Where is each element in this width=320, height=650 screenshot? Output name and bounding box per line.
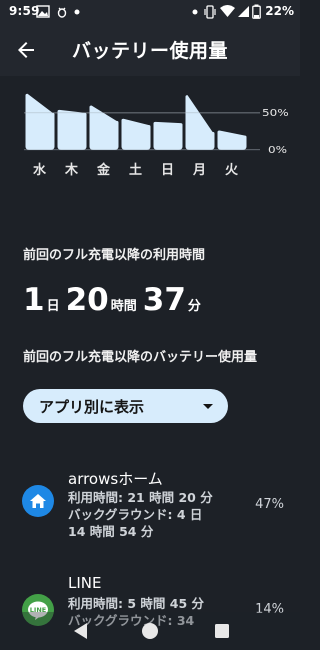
view-by-app-dropdown[interactable]: アプリ別に表示 [23, 389, 228, 423]
usage-time-label: 前回のフル充電以降の利用時間 [23, 248, 206, 263]
back-nav-icon[interactable] [72, 622, 88, 640]
page-title: バッテリー使用量 [72, 40, 229, 62]
y-tick-label: 0% [268, 144, 287, 155]
app-row-arrows-home[interactable]: arrowsホーム 利用時間: 21 時間 20 分 バックグラウンド: 4 日… [0, 466, 300, 546]
usage-time-value: 1 日 20 時間 37 分 [23, 282, 207, 322]
chart-bar-6 [217, 130, 247, 150]
app-usage-detail: 利用時間: 21 時間 20 分 バックグラウンド: 4 日 14 時間 54 … [68, 489, 213, 540]
chevron-down-icon [203, 404, 213, 409]
x-tick-label: 金 [97, 163, 111, 178]
usage-time-line: 利用時間: 21 時間 20 分 [68, 490, 213, 505]
minutes-value: 37 [142, 282, 186, 318]
chart-bar-0 [25, 93, 55, 150]
battery-usage-chart: 50% 0% 水 木 金 土 日 月 火 [0, 76, 300, 186]
bug-icon [57, 7, 67, 18]
home-icon [22, 485, 54, 517]
navigation-bar [0, 612, 300, 650]
x-tick-label: 水 [33, 163, 47, 178]
chart-bar-3 [121, 118, 151, 150]
x-tick-label: 火 [225, 163, 239, 178]
y-tick-label: 50% [262, 107, 289, 118]
battery-usage-label: 前回のフル充電以降のバッテリー使用量 [23, 350, 258, 365]
signal-icon [238, 6, 249, 17]
recents-nav-icon[interactable] [214, 623, 230, 639]
x-tick-label: 土 [129, 163, 143, 178]
usage-time-line: 利用時間: 5 時間 45 分 [68, 596, 204, 611]
chart-bar-5 [185, 95, 215, 150]
chart-bar-4 [153, 121, 183, 150]
x-tick-label: 月 [193, 163, 207, 178]
battery-percent: 22% [265, 4, 294, 18]
hours-value: 20 [65, 282, 109, 318]
back-arrow-icon[interactable] [14, 38, 38, 62]
app-bar: バッテリー使用量 [0, 24, 300, 76]
status-bar: 9:59 22% [0, 0, 300, 24]
x-tick-label: 木 [65, 163, 79, 178]
home-nav-icon[interactable] [141, 622, 159, 640]
chart-bar-1 [57, 109, 87, 150]
app-percent: 47% [255, 497, 284, 512]
dot-icon [192, 9, 198, 15]
days-unit: 日 [46, 299, 60, 314]
x-tick-label: 日 [161, 163, 175, 178]
dropdown-label: アプリ別に表示 [39, 398, 145, 416]
image-icon [36, 5, 50, 18]
chart-svg: 50% 0% [24, 93, 289, 155]
days-value: 1 [23, 282, 45, 318]
wifi-icon [220, 5, 235, 17]
battery-icon [252, 4, 261, 19]
vibrate-icon [204, 5, 216, 19]
background-time-line: バックグラウンド: 4 日 [68, 507, 203, 522]
app-name: LINE [68, 574, 102, 592]
app-name: arrowsホーム [68, 470, 163, 488]
background-time-line-cont: 14 時間 54 分 [68, 524, 154, 539]
minutes-unit: 分 [187, 299, 201, 314]
chart-bar-2 [89, 105, 119, 150]
dot-icon [74, 9, 80, 15]
hours-unit: 時間 [110, 299, 137, 314]
